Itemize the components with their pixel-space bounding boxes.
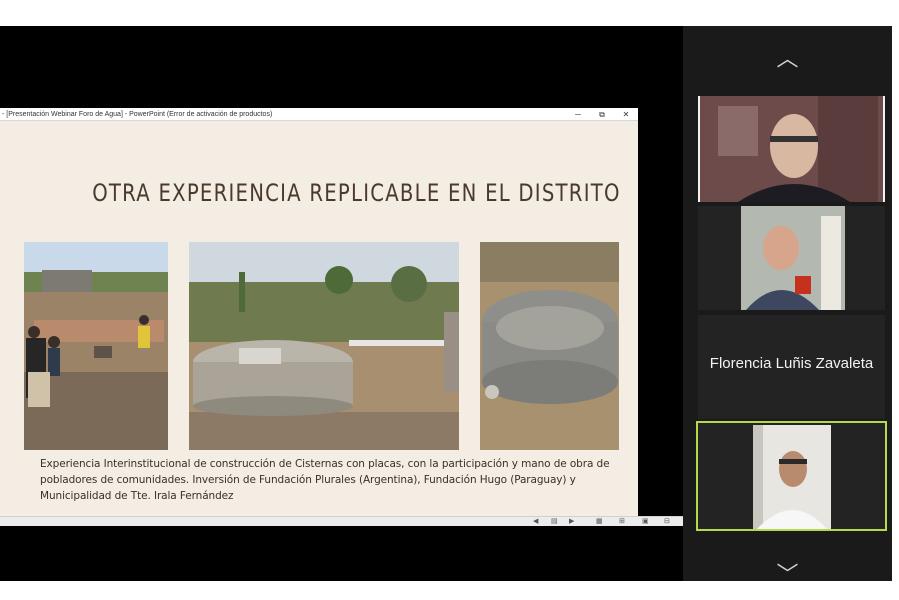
minimize-button[interactable]: ─ [566,108,590,120]
participant-video-tile-2[interactable] [698,206,885,310]
slide-menu-icon[interactable]: ▤ [551,517,558,527]
slide-title: OTRA EXPERIENCIA REPLICABLE EN EL DISTRI… [92,179,621,207]
slide-caption: Experiencia Interinstitucional de constr… [40,458,610,502]
window-title-bar: - [Presentación Webinar Foro de Agua] - … [0,108,638,121]
scroll-down-button[interactable]: ﹀ [683,564,892,586]
window-title: - [Presentación Webinar Foro de Agua] - … [2,111,273,118]
previous-slide-icon[interactable]: ◀ [533,517,538,527]
video-stage: - [Presentación Webinar Foro de Agua] - … [0,26,892,586]
participant-name: Florencia Luñis Zavaleta [709,355,874,372]
scroll-up-button[interactable]: ︿ [683,48,892,70]
participant-name-tile[interactable]: Florencia Luñis Zavaleta [698,315,885,419]
slide-sorter-icon[interactable]: ⊞ [619,517,625,527]
participant-video-tile-1[interactable] [698,96,885,202]
photo-construction-workers [24,242,168,450]
shared-screen-powerpoint[interactable]: - [Presentación Webinar Foro de Agua] - … [0,108,683,526]
participants-panel: ︿ Florencia Luñis Zavaleta ﹀ [683,26,892,586]
slide: OTRA EXPERIENCIA REPLICABLE EN EL DISTRI… [0,122,638,516]
participant-video-tile-active-speaker[interactable] [696,421,887,531]
slideshow-icon[interactable]: ⊟ [664,517,670,527]
photo-open-cistern [480,242,619,450]
status-bar: ◀ ▤ ▶ ▦ ⊞ ▣ ⊟ [0,516,683,526]
normal-view-icon[interactable]: ▦ [596,517,603,527]
restore-button[interactable]: ⧉ [590,108,614,120]
next-slide-icon[interactable]: ▶ [569,517,574,527]
photo-covered-cistern [189,242,459,450]
reading-view-icon[interactable]: ▣ [642,517,649,527]
close-button[interactable]: ✕ [614,108,638,120]
